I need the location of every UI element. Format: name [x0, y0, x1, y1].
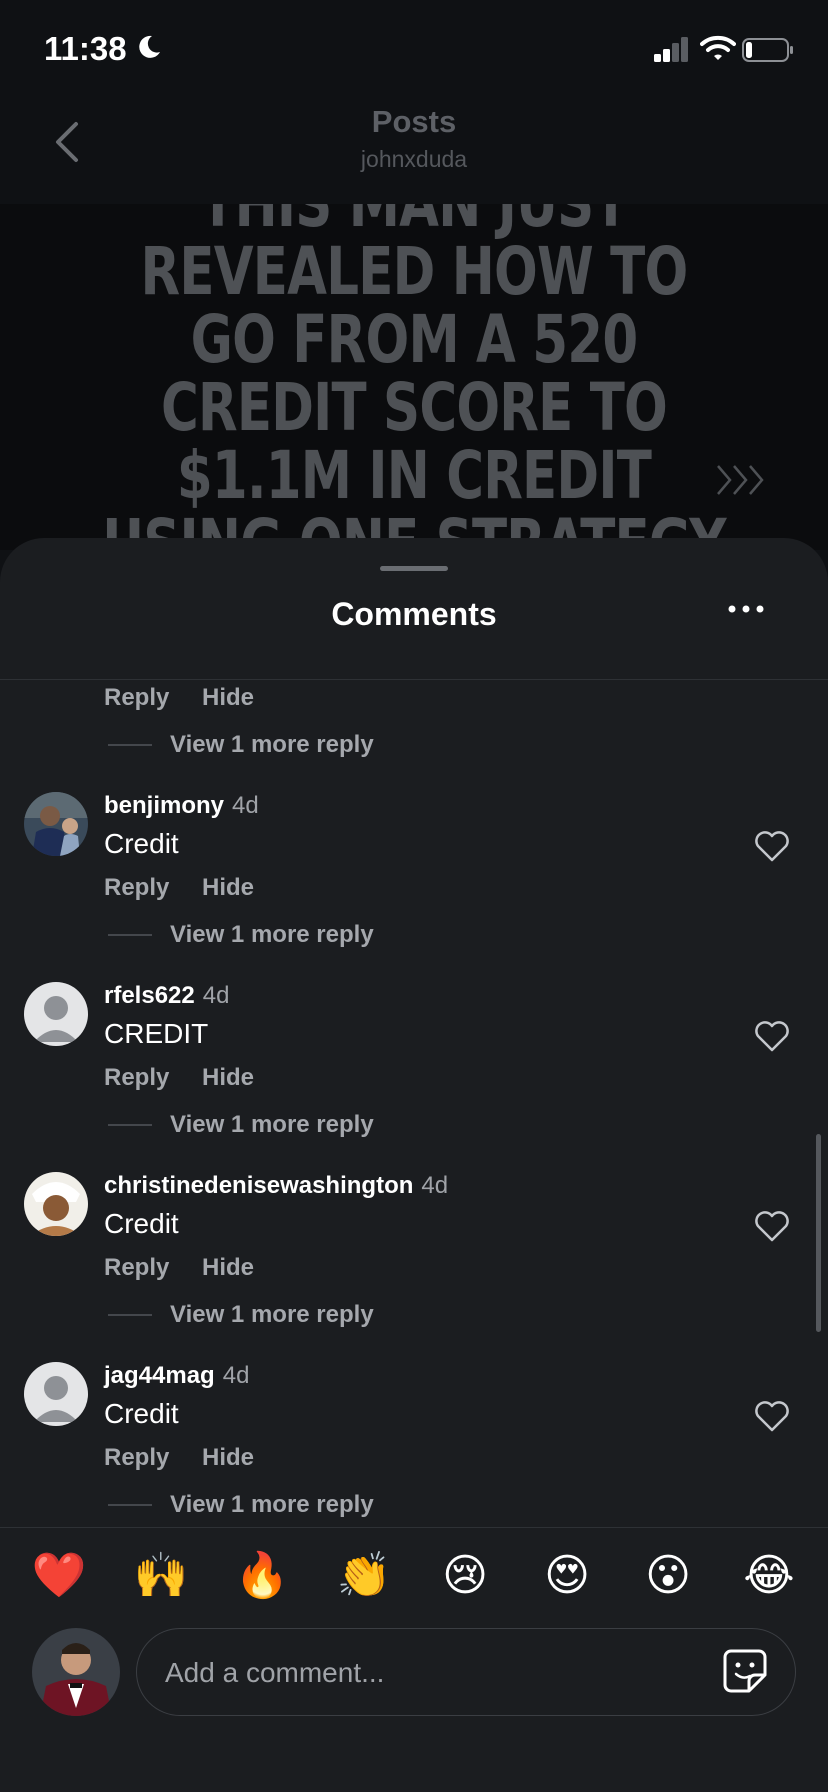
battery-icon [742, 38, 793, 62]
username-text[interactable]: rfels622 [104, 982, 195, 1009]
comment-text: Credit [104, 1398, 179, 1429]
emoji-raised-hands[interactable]: 🙌 [133, 1548, 189, 1604]
moon-icon [139, 35, 160, 58]
scrollbar[interactable] [816, 1134, 821, 1332]
avatar[interactable] [24, 792, 88, 856]
comment-input[interactable] [163, 1629, 707, 1717]
like-heart-icon[interactable] [754, 1020, 790, 1052]
thread-line [108, 1314, 152, 1316]
status-bar: 11:38 [0, 0, 828, 100]
comment-time: 4d [202, 982, 230, 1009]
reply-button[interactable]: Reply [104, 684, 169, 712]
reply-button[interactable]: Reply [104, 1254, 169, 1282]
sheet-drag-handle[interactable] [380, 566, 448, 571]
view-replies-button[interactable]: View 1 more reply [170, 731, 374, 759]
current-user-avatar [32, 1628, 120, 1716]
top-navigation: Posts johnxduda [0, 100, 828, 204]
like-heart-icon[interactable] [754, 1210, 790, 1242]
comment-username[interactable]: jag44mag 4d [104, 1362, 249, 1390]
comment-text: Credit [104, 828, 179, 859]
avatar[interactable] [24, 1172, 88, 1236]
status-time: 11:38 [44, 30, 127, 67]
view-replies-button[interactable]: View 1 more reply [170, 921, 374, 949]
view-replies-button[interactable]: View 1 more reply [170, 1301, 374, 1329]
comments-sheet: Comments [0, 538, 828, 1792]
post-image[interactable]: THIS MAN JUST REVEALED HOW TO GO FROM A … [0, 204, 828, 550]
emoji-bar-divider [0, 1527, 828, 1528]
comment-time: 4d [421, 1172, 449, 1199]
username-text[interactable]: jag44mag [104, 1362, 215, 1389]
emoji-clapping[interactable]: 👏 [336, 1548, 392, 1604]
thread-line [108, 934, 152, 936]
view-replies-button[interactable]: View 1 more reply [170, 1491, 374, 1519]
comment-text: CREDIT [104, 1018, 209, 1049]
reply-button[interactable]: Reply [104, 874, 169, 902]
thread-line [108, 1124, 152, 1126]
like-heart-icon[interactable] [754, 1400, 790, 1432]
emoji-fire[interactable]: 🔥 [234, 1548, 290, 1604]
username-text[interactable]: benjimony [104, 792, 224, 819]
thread-line [108, 1504, 152, 1506]
comment-time: 4d [222, 1362, 250, 1389]
post-headline: THIS MAN JUST REVEALED HOW TO GO FROM A … [102, 204, 726, 550]
comment-input-container [136, 1628, 796, 1717]
hide-button[interactable]: Hide [202, 1064, 254, 1092]
more-options-icon[interactable] [726, 602, 766, 616]
hide-button[interactable]: Hide [202, 874, 254, 902]
reply-button[interactable]: Reply [104, 1064, 169, 1092]
hide-button[interactable]: Hide [202, 1444, 254, 1472]
comment-time: 4d [232, 792, 259, 819]
like-heart-icon[interactable] [754, 830, 790, 862]
sticker-icon[interactable] [723, 1649, 767, 1693]
comment-text: Credit [104, 1208, 179, 1239]
page-title: Posts [371, 104, 457, 139]
carousel-next-icon [717, 465, 764, 495]
hide-button[interactable]: Hide [202, 684, 254, 712]
sheet-divider [0, 679, 828, 680]
emoji-heart[interactable]: ❤️ [31, 1548, 87, 1604]
cellular-signal-icon [654, 37, 688, 62]
comment-username[interactable]: christinedenisewashington 4d [104, 1172, 448, 1200]
avatar[interactable] [24, 982, 88, 1046]
comment-username[interactable]: benjimony 4d [104, 792, 259, 820]
avatar[interactable] [24, 1362, 88, 1426]
sheet-title: Comments [331, 596, 497, 632]
reply-button[interactable]: Reply [104, 1444, 169, 1472]
emoji-heart-eyes[interactable]: 😍 [539, 1548, 595, 1604]
view-replies-button[interactable]: View 1 more reply [170, 1111, 374, 1139]
emoji-crying[interactable]: 😢 [437, 1548, 493, 1604]
username-text[interactable]: christinedenisewashington [104, 1172, 413, 1199]
hide-button[interactable]: Hide [202, 1254, 254, 1282]
comment-username[interactable]: rfels622 4d [104, 982, 229, 1010]
emoji-surprised[interactable]: 😮 [640, 1548, 696, 1604]
emoji-laughing[interactable]: 😂 [741, 1548, 797, 1604]
thread-line [108, 744, 152, 746]
wifi-icon [700, 35, 736, 60]
page-subtitle: johnxduda [360, 146, 468, 172]
